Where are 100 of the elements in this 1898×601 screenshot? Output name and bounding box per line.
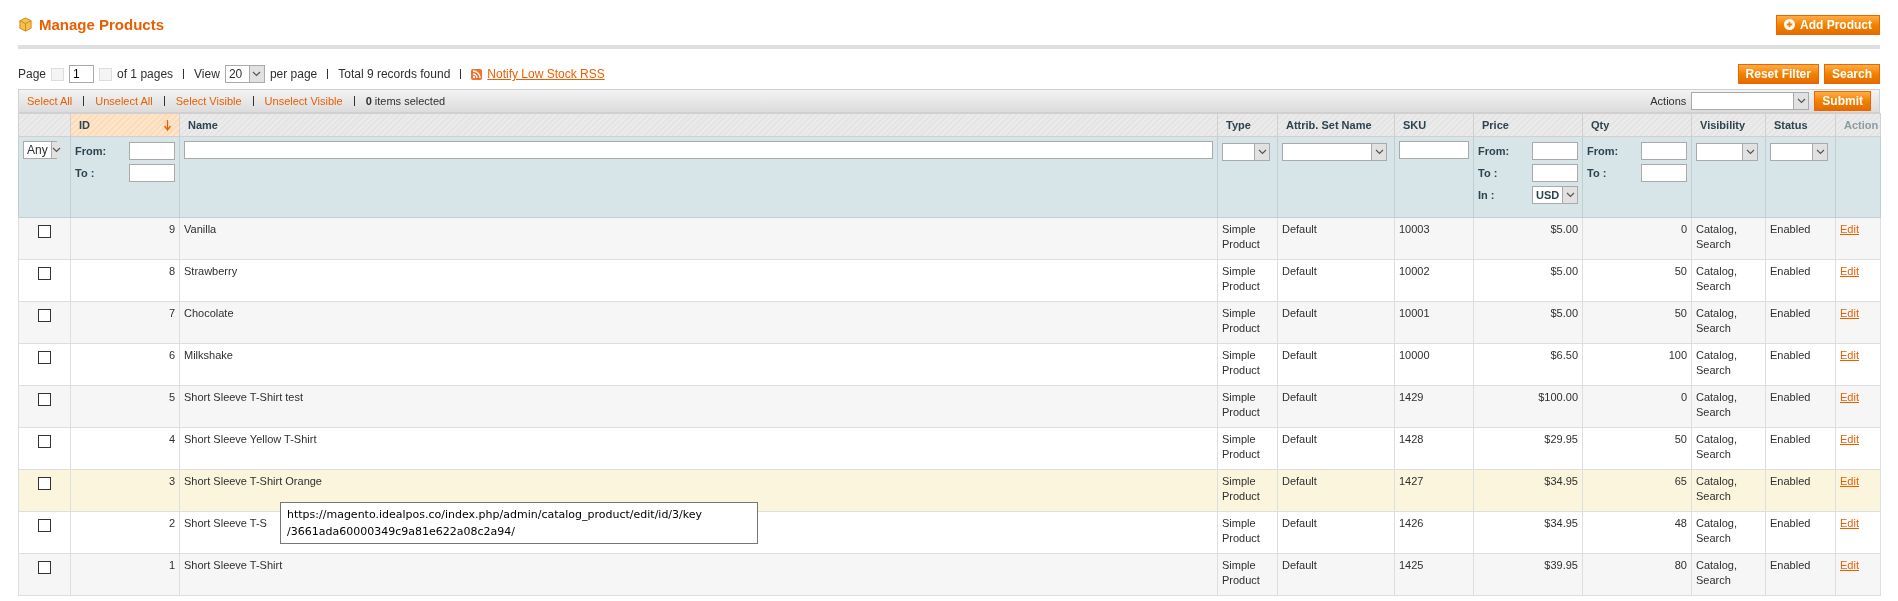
column-header[interactable]: Price <box>1473 113 1583 137</box>
page-title: Manage Products <box>39 16 165 33</box>
table-cell: $6.50 <box>1550 349 1578 361</box>
column-header[interactable]: Name <box>179 113 1218 137</box>
table-cell: 1426 <box>1399 517 1424 529</box>
filter-select[interactable] <box>1222 143 1270 161</box>
table-cell: Catalog, Search <box>1696 433 1737 460</box>
table-cell: $34.95 <box>1544 475 1578 487</box>
table-cell: Enabled <box>1770 307 1811 319</box>
selected-count: 0 items selected <box>365 95 446 107</box>
edit-link[interactable]: Edit <box>1840 265 1859 277</box>
from-input[interactable] <box>129 142 175 160</box>
row-checkbox[interactable] <box>38 519 51 532</box>
table-cell: 50 <box>1674 433 1687 445</box>
page-size-select[interactable]: 20 <box>224 65 265 83</box>
table-cell: Enabled <box>1770 517 1811 529</box>
edit-link[interactable]: Edit <box>1840 391 1859 403</box>
to-input[interactable] <box>1641 164 1687 182</box>
column-header[interactable]: Qty <box>1582 113 1692 137</box>
column-header[interactable]: Status <box>1765 113 1836 137</box>
selection-link[interactable]: Unselect All <box>95 95 153 107</box>
next-page-button[interactable] <box>99 67 113 81</box>
table-cell: Simple Product <box>1222 223 1260 250</box>
table-cell: Catalog, Search <box>1696 517 1737 544</box>
table-cell: 4 <box>168 433 175 445</box>
table-cell: Short Sleeve T-Shirt test <box>184 391 304 403</box>
table-cell: Short Sleeve T-S <box>184 517 267 529</box>
selection-link[interactable]: Select All <box>27 95 73 107</box>
column-header[interactable]: Visibility <box>1691 113 1766 137</box>
row-checkbox[interactable] <box>38 477 51 490</box>
table-cell: 100 <box>1668 349 1687 361</box>
chevron-down-icon <box>1371 144 1386 160</box>
row-checkbox[interactable] <box>38 435 51 448</box>
table-cell: $5.00 <box>1550 265 1578 277</box>
page-input[interactable]: 1 <box>69 65 95 83</box>
table-cell: 50 <box>1674 307 1687 319</box>
filter-button[interactable]: Reset Filter <box>1737 64 1819 84</box>
currency-select[interactable]: USD <box>1532 186 1578 204</box>
chevron-down-icon <box>1742 144 1757 160</box>
row-checkbox[interactable] <box>38 309 51 322</box>
view-label: View <box>194 67 220 81</box>
column-header: Action <box>1835 113 1881 137</box>
from-label: From: <box>1587 145 1619 157</box>
table-cell: Enabled <box>1770 559 1811 571</box>
filter-select[interactable] <box>1770 143 1828 161</box>
table-cell: 65 <box>1674 475 1687 487</box>
row-checkbox[interactable] <box>38 351 51 364</box>
filter-select[interactable] <box>1696 143 1758 161</box>
edit-link[interactable]: Edit <box>1840 223 1859 235</box>
table-cell: $100.00 <box>1538 391 1578 403</box>
table-cell: Simple Product <box>1222 475 1260 502</box>
rss-link[interactable]: Notify Low Stock RSS <box>487 67 605 81</box>
row-checkbox[interactable] <box>38 225 51 238</box>
add-product-button[interactable]: Add Product <box>1776 14 1880 35</box>
table-cell: $5.00 <box>1550 307 1578 319</box>
filter-button[interactable]: Search <box>1823 64 1880 84</box>
filter-input[interactable] <box>184 141 1213 159</box>
to-label: To : <box>1587 167 1607 179</box>
to-input[interactable] <box>129 164 175 182</box>
to-input[interactable] <box>1532 164 1578 182</box>
from-input[interactable] <box>1641 142 1687 160</box>
submit-button[interactable]: Submit <box>1814 91 1871 111</box>
table-cell: 2 <box>168 517 175 529</box>
edit-link[interactable]: Edit <box>1840 559 1859 571</box>
from-input[interactable] <box>1532 142 1578 160</box>
page-count: of 1 pages <box>117 67 174 81</box>
edit-link[interactable]: Edit <box>1840 433 1859 445</box>
table-cell: 1 <box>168 559 175 571</box>
column-header[interactable]: Type <box>1217 113 1278 137</box>
table-cell: Short Sleeve T-Shirt Orange <box>184 475 322 487</box>
table-cell: Catalog, Search <box>1696 223 1737 250</box>
table-cell: Chocolate <box>184 307 234 319</box>
filter-select[interactable] <box>1282 143 1387 161</box>
filter-input[interactable] <box>1399 141 1469 159</box>
column-header[interactable]: Attrib. Set Name <box>1277 113 1395 137</box>
column-header[interactable]: SKU <box>1394 113 1474 137</box>
table-cell: $39.95 <box>1544 559 1578 571</box>
selection-link[interactable]: Unselect Visible <box>264 95 343 107</box>
row-checkbox[interactable] <box>38 393 51 406</box>
table-cell: Enabled <box>1770 391 1811 403</box>
edit-link[interactable]: Edit <box>1840 349 1859 361</box>
table-cell: 50 <box>1674 265 1687 277</box>
table-cell: 8 <box>168 265 175 277</box>
table-cell: Enabled <box>1770 475 1811 487</box>
edit-link[interactable]: Edit <box>1840 475 1859 487</box>
actions-select[interactable] <box>1691 92 1810 110</box>
table-cell: 0 <box>1680 391 1687 403</box>
row-checkbox[interactable] <box>38 267 51 280</box>
column-header[interactable]: ID <box>70 113 180 137</box>
table-cell: Default <box>1282 391 1317 403</box>
table-cell: Enabled <box>1770 433 1811 445</box>
row-checkbox[interactable] <box>38 561 51 574</box>
table-cell: 0 <box>1680 223 1687 235</box>
edit-link[interactable]: Edit <box>1840 517 1859 529</box>
table-cell: Simple Product <box>1222 433 1260 460</box>
edit-link[interactable]: Edit <box>1840 307 1859 319</box>
selection-link[interactable]: Select Visible <box>175 95 242 107</box>
table-cell: $34.95 <box>1544 517 1578 529</box>
table-cell: Catalog, Search <box>1696 559 1737 586</box>
previous-page-button[interactable] <box>51 67 65 81</box>
